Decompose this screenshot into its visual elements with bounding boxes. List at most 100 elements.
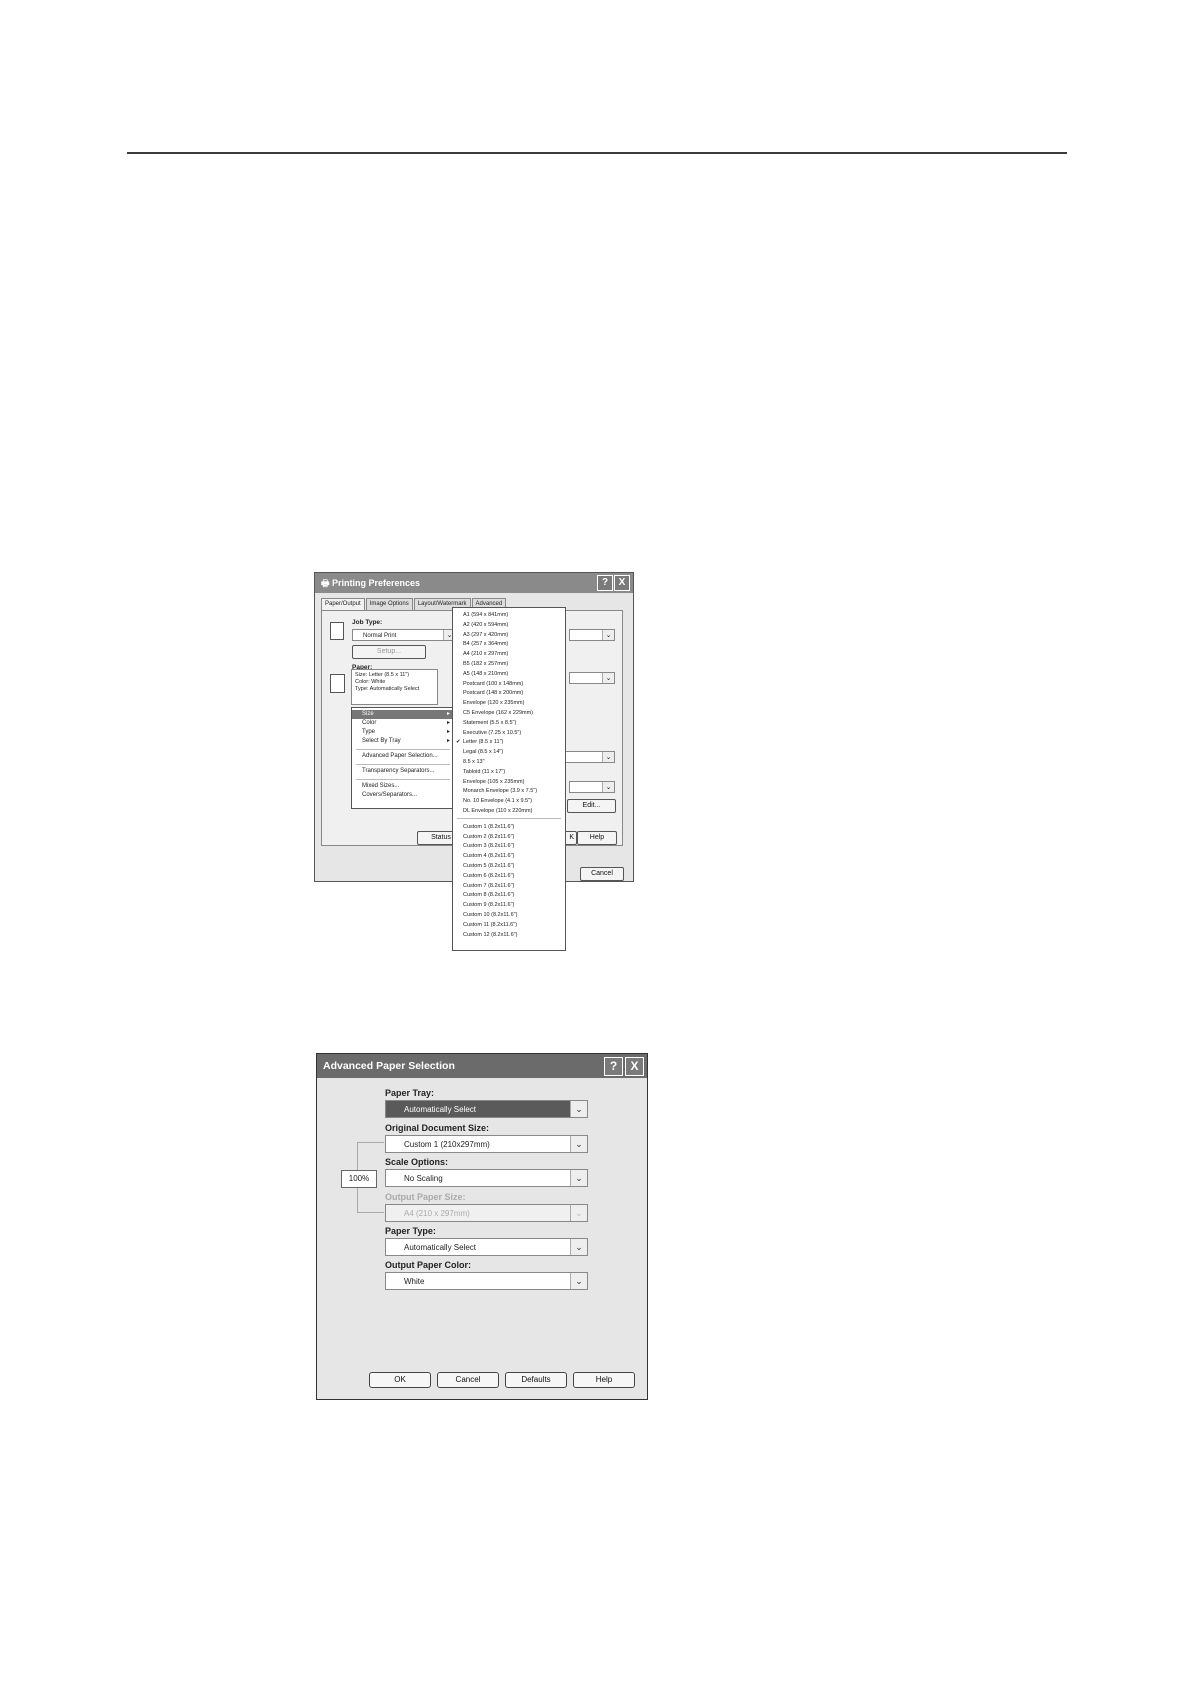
size-list-item[interactable]: Postcard (100 x 148mm) (453, 679, 565, 689)
menu-item-mixed-sizes[interactable]: Mixed Sizes... (352, 782, 454, 791)
size-list-item[interactable]: A2 (420 x 594mm) (453, 620, 565, 630)
chevron-down-icon: ⌄ (602, 782, 614, 792)
menu-item-color[interactable]: Color ▸ (352, 719, 454, 728)
size-list-item[interactable]: 8.5 x 13" (453, 757, 565, 767)
chevron-down-icon: ⌄ (602, 752, 614, 762)
size-list-item[interactable]: Envelope (105 x 235mm) (453, 777, 565, 787)
menu-item-size[interactable]: Size ▸ (352, 710, 454, 719)
cancel-button[interactable]: Cancel (437, 1372, 499, 1388)
scale-bracket-bottom (357, 1186, 384, 1213)
custom-size-list-item[interactable]: Custom 4 (8.2x11.6") (453, 851, 565, 861)
setup-button[interactable]: Setup... (352, 645, 426, 659)
pp-titlebar: 🖶 Printing Preferences (315, 573, 633, 593)
right-combo-1[interactable]: ⌄ (569, 629, 615, 641)
size-list-item-label: B5 (182 x 257mm) (463, 661, 509, 667)
size-list-item-label: Monarch Envelope (3.9 x 7.5") (463, 788, 538, 795)
custom-size-list-item[interactable]: Custom 6 (8.2x11.6") (453, 871, 565, 881)
menu-item-transparency-separators[interactable]: Transparency Separators... (352, 767, 454, 776)
help-icon[interactable]: ? (597, 575, 613, 591)
paper-tray-value: Automatically Select (404, 1105, 477, 1114)
output-size-select[interactable]: A4 (210 x 297mm) ⌄ (385, 1204, 588, 1222)
submenu-arrow-icon: ▸ (446, 738, 450, 744)
size-list-item[interactable]: Executive (7.25 x 10.5") (453, 728, 565, 738)
submenu-arrow-icon: ▸ (446, 711, 450, 717)
size-list-item[interactable]: Envelope (120 x 235mm) (453, 698, 565, 708)
tab-paper-output[interactable]: Paper/Output (321, 598, 365, 610)
chevron-down-icon: ⌄ (570, 1239, 587, 1255)
custom-size-list-item[interactable]: Custom 9 (8.2x11.6") (453, 900, 565, 910)
paper-type-select[interactable]: Automatically Select ⌄ (385, 1238, 588, 1256)
job-type-select[interactable]: Normal Print ⌄ (352, 629, 456, 641)
size-list-item-label: Postcard (148 x 200mm) (463, 690, 524, 697)
checkmark-icon: ✔ (456, 739, 461, 746)
size-list-item[interactable]: Monarch Envelope (3.9 x 7.5") (453, 786, 565, 796)
size-list-item[interactable]: Statement (5.5 x 8.5") (453, 718, 565, 728)
menu-item-color-label: Color (362, 720, 377, 726)
cancel-button[interactable]: Cancel (580, 867, 624, 881)
menu-item-covers-separators[interactable]: Covers/Separators... (352, 791, 454, 800)
size-list-item-label: Legal (8.5 x 14") (463, 749, 504, 756)
help-button[interactable]: Help (577, 831, 617, 845)
chevron-down-icon: ⌄ (570, 1136, 587, 1152)
right-combo-4[interactable]: ⌄ (569, 781, 615, 793)
scale-options-select[interactable]: No Scaling ⌄ (385, 1169, 588, 1187)
size-list-item[interactable]: B4 (257 x 364mm) (453, 639, 565, 649)
paper-summary-box[interactable]: Size: Letter (8.5 x 11") Color: White Ty… (351, 669, 438, 705)
paper-tray-select[interactable]: Automatically Select ⌄ (385, 1100, 588, 1118)
size-list-item-label: A2 (420 x 594mm) (463, 621, 509, 628)
close-icon[interactable]: X (625, 1057, 644, 1076)
custom-size-list-item[interactable]: Custom 12 (8.2x11.6") (453, 930, 565, 940)
custom-size-list-item[interactable]: Custom 1 (8.2x11.6") (453, 822, 565, 832)
ok-button[interactable]: OK (369, 1372, 431, 1388)
menu-item-select-by-tray[interactable]: Select By Tray ▸ (352, 737, 454, 746)
size-list-item[interactable]: C5 Envelope (162 x 229mm) (453, 708, 565, 718)
help-button[interactable]: Help (573, 1372, 635, 1388)
help-icon[interactable]: ? (604, 1057, 623, 1076)
size-list-item[interactable]: No. 10 Envelope (4.1 x 9.5") (453, 796, 565, 806)
custom-size-list-item[interactable]: Custom 8 (8.2x11.6") (453, 890, 565, 900)
chevron-down-icon: ⌄ (570, 1170, 587, 1186)
size-list-item[interactable]: Legal (8.5 x 14") (453, 747, 565, 757)
menu-item-advanced-paper-selection[interactable]: Advanced Paper Selection... (352, 752, 454, 761)
size-list-item-label: A1 (594 x 841mm) (463, 612, 509, 618)
size-list-item-label: 8.5 x 13" (463, 759, 485, 765)
size-list-item[interactable]: Postcard (148 x 200mm) (453, 688, 565, 698)
right-combo-2[interactable]: ⌄ (569, 672, 615, 684)
size-list-item-label: C5 Envelope (162 x 229mm) (463, 710, 534, 716)
defaults-button[interactable]: Defaults (505, 1372, 567, 1388)
size-list-item[interactable]: ✔ Letter (8.5 x 11") (453, 737, 565, 747)
size-list-item[interactable]: A1 (594 x 841mm) (453, 610, 565, 620)
size-list-item[interactable]: A3 (297 x 420mm) (453, 630, 565, 640)
paper-type-value: Automatically Select (404, 1243, 477, 1252)
printer-icon: 🖶 (321, 578, 332, 588)
original-size-value: Custom 1 (210x297mm) (404, 1140, 490, 1149)
paper-icon (330, 674, 345, 693)
chevron-down-icon: ⌄ (570, 1205, 587, 1221)
submenu-arrow-icon: ▸ (446, 729, 450, 735)
output-size-value: A4 (210 x 297mm) (404, 1209, 470, 1218)
original-size-select[interactable]: Custom 1 (210x297mm) ⌄ (385, 1135, 588, 1153)
size-list-item[interactable]: Tabloid (11 x 17") (453, 767, 565, 777)
close-icon[interactable]: X (614, 575, 630, 591)
custom-size-list-item[interactable]: Custom 7 (8.2x11.6") (453, 881, 565, 891)
size-list-item-label: Statement (5.5 x 8.5") (463, 719, 517, 726)
edit-button[interactable]: Edit... (567, 799, 616, 813)
custom-size-list-item[interactable]: Custom 5 (8.2x11.6") (453, 861, 565, 871)
size-list-item[interactable]: DL Envelope (110 x 220mm) (453, 806, 565, 816)
job-type-icon (330, 622, 344, 640)
paper-color-select[interactable]: White ⌄ (385, 1272, 588, 1290)
custom-size-list-item[interactable]: Custom 11 (8.2x11.6") (453, 920, 565, 930)
custom-size-list-item[interactable]: Custom 3 (8.2x11.6") (453, 841, 565, 851)
menu-separator (356, 764, 450, 765)
size-list-item-label: Envelope (105 x 235mm) (463, 778, 525, 785)
size-list-item[interactable]: B5 (182 x 257mm) (453, 659, 565, 669)
size-list-item[interactable]: A4 (210 x 297mm) (453, 649, 565, 659)
menu-item-type[interactable]: Type ▸ (352, 728, 454, 737)
size-list-item[interactable]: A5 (148 x 210mm) (453, 669, 565, 679)
tab-image-options[interactable]: Image Options (365, 598, 413, 610)
custom-size-list-item[interactable]: Custom 10 (8.2x11.6") (453, 910, 565, 920)
custom-size-list-item[interactable]: Custom 2 (8.2x11.6") (453, 832, 565, 842)
paper-summary-color: Color: White (355, 679, 386, 685)
size-list-item-label: Letter (8.5 x 11") (463, 739, 504, 746)
scale-percent-field[interactable]: 100% (341, 1170, 377, 1188)
